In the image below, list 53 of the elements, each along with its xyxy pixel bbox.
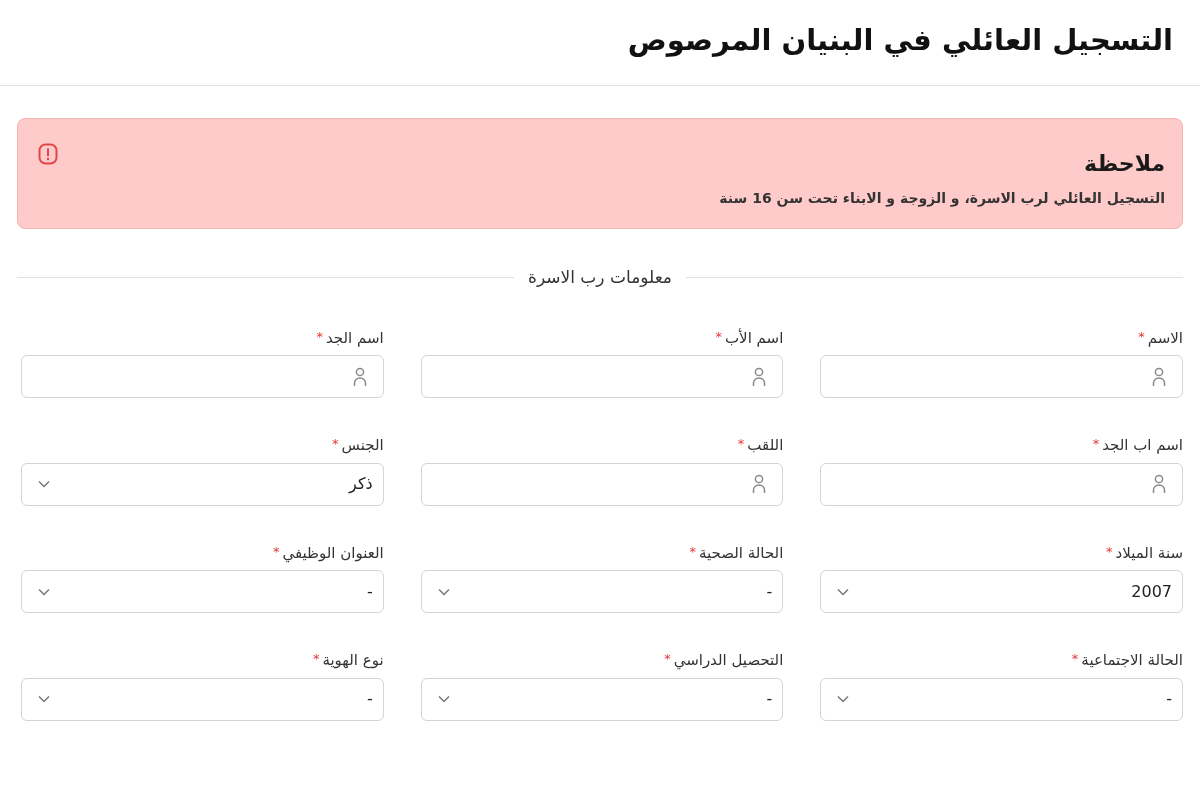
required-mark: * bbox=[1106, 542, 1113, 561]
required-mark: * bbox=[1071, 650, 1079, 668]
notice-text: التسجيل العائلي لرب الاسرة، و الزوجة و الابناء تحت سن 16 سنة bbox=[719, 189, 1165, 209]
field-label: التحصيل الدراسي bbox=[673, 650, 784, 672]
notice-title: ملاحظة bbox=[1083, 150, 1165, 178]
input-field[interactable] bbox=[420, 355, 784, 398]
field-label: سنة الميلاد bbox=[1115, 542, 1183, 564]
chevron-down-icon bbox=[437, 587, 450, 596]
person-icon bbox=[752, 366, 767, 387]
select-field[interactable]: - bbox=[420, 677, 784, 721]
required-mark: * bbox=[312, 650, 320, 668]
required-mark: * bbox=[737, 435, 745, 453]
field-label: الحالة الصحية bbox=[698, 542, 784, 564]
field-label: الحالة الاجتماعية bbox=[1081, 650, 1183, 671]
chevron-down-icon bbox=[837, 587, 850, 596]
required-mark: * bbox=[272, 542, 280, 561]
required-mark: * bbox=[316, 327, 323, 346]
person-icon bbox=[1152, 474, 1166, 494]
person-icon bbox=[752, 474, 767, 494]
select-field[interactable]: - bbox=[820, 677, 1183, 721]
chevron-down-icon bbox=[437, 695, 450, 703]
select-field[interactable]: ذكر bbox=[21, 462, 384, 506]
field-label: اللقب bbox=[747, 435, 784, 456]
select-field[interactable]: - bbox=[420, 570, 784, 613]
input-field[interactable] bbox=[420, 462, 784, 506]
input-field[interactable] bbox=[820, 355, 1183, 398]
required-mark: * bbox=[332, 435, 339, 453]
select-field[interactable]: - bbox=[21, 677, 384, 721]
select-field[interactable]: 2007 bbox=[820, 570, 1183, 613]
field-label: نوع الهوية bbox=[322, 650, 384, 671]
chevron-down-icon bbox=[38, 695, 50, 703]
field-label: العنوان الوظيفي bbox=[282, 542, 384, 564]
person-icon bbox=[1152, 366, 1166, 387]
select-field[interactable]: - bbox=[21, 570, 384, 613]
field-label: اسم اب الجد bbox=[1102, 435, 1183, 456]
chevron-down-icon bbox=[38, 480, 50, 488]
field-label: الاسم bbox=[1147, 327, 1183, 349]
chevron-down-icon bbox=[837, 695, 850, 703]
required-mark: * bbox=[664, 650, 671, 668]
field-label: اسم الأب bbox=[725, 327, 784, 349]
input-field[interactable] bbox=[21, 355, 384, 398]
required-mark: * bbox=[1092, 435, 1100, 453]
field-label: الجنس bbox=[341, 435, 384, 456]
page-title: التسجيل العائلي في البنيان المرصوص bbox=[627, 21, 1173, 59]
section-title: معلومات رب الاسرة bbox=[528, 266, 672, 289]
input-field[interactable] bbox=[820, 462, 1183, 506]
alert-icon bbox=[38, 143, 58, 165]
chevron-down-icon bbox=[38, 587, 50, 596]
required-mark: * bbox=[689, 542, 696, 561]
person-icon bbox=[352, 366, 367, 387]
required-mark: * bbox=[715, 327, 722, 346]
field-label: اسم الجد bbox=[325, 327, 384, 349]
required-mark: * bbox=[1138, 327, 1145, 346]
